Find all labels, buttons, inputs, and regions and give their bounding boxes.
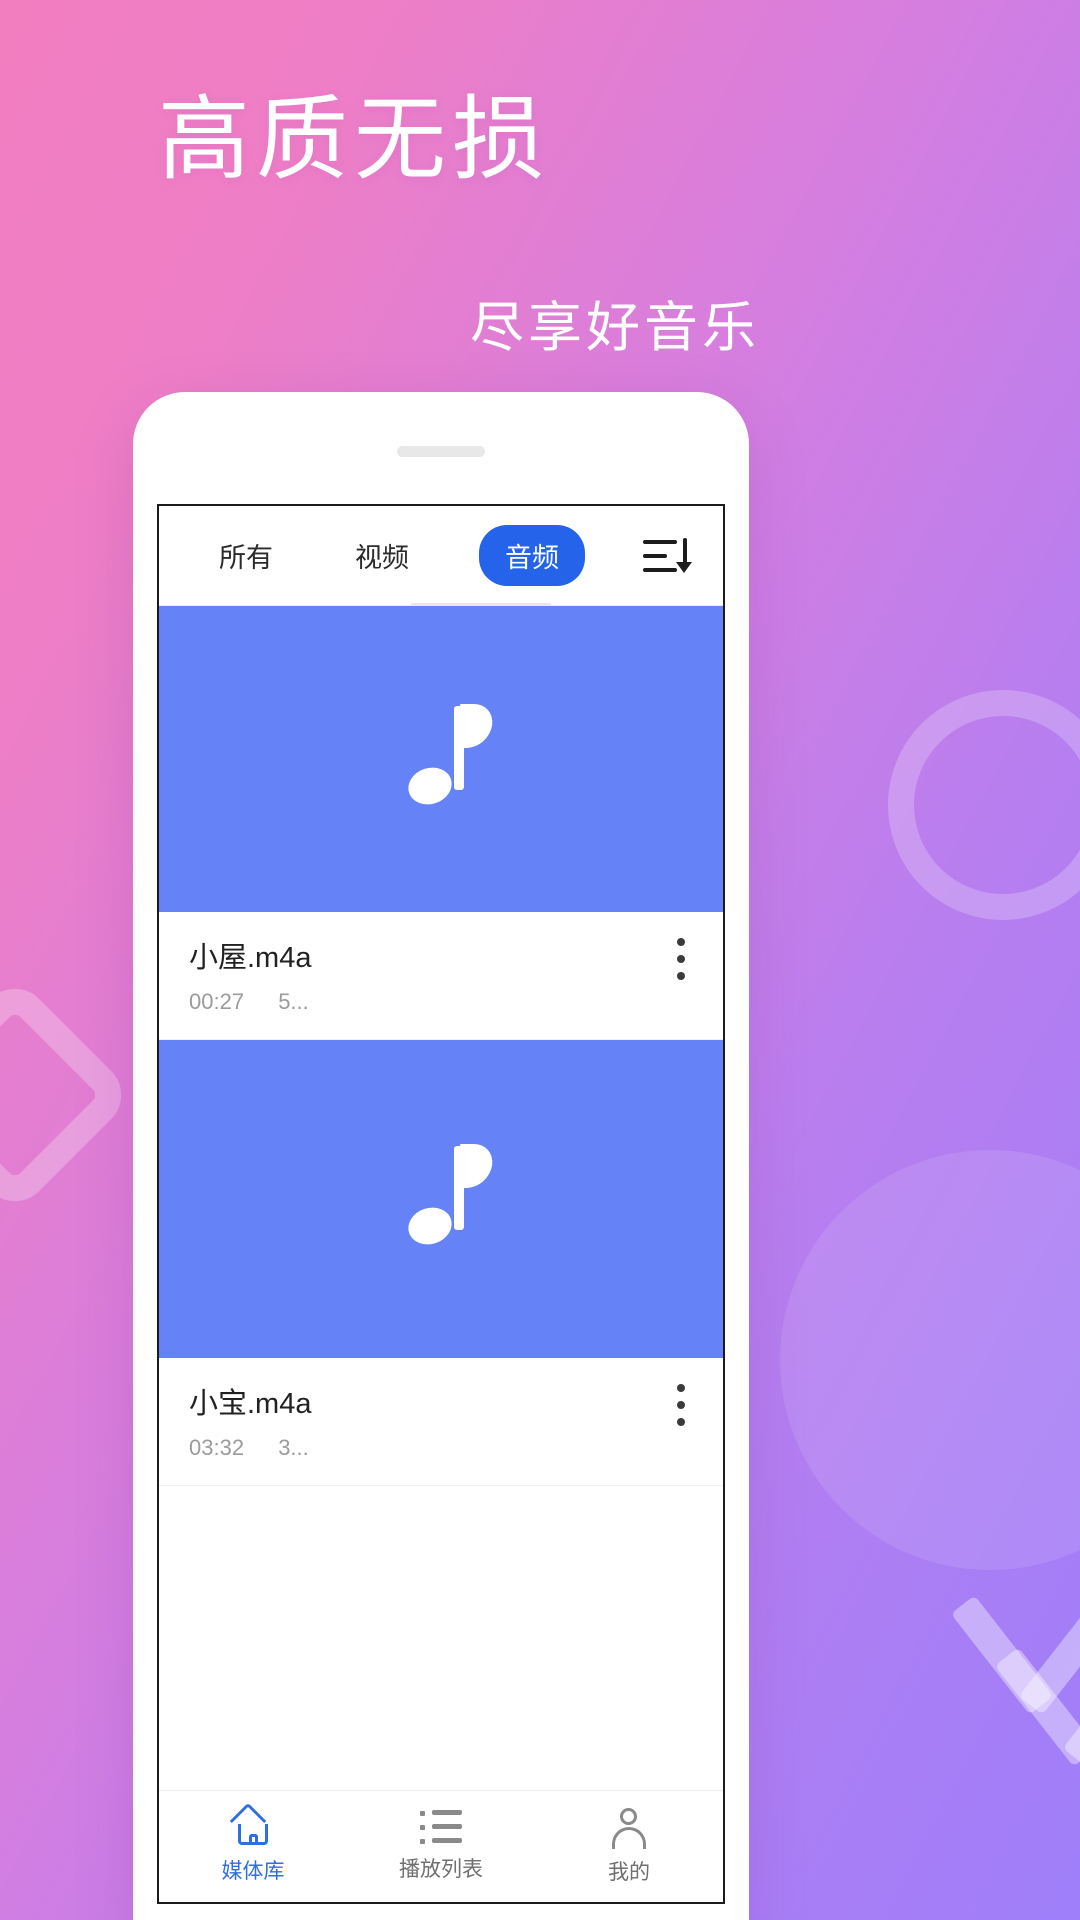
list-item[interactable]: 小宝.m4a 03:32 3... <box>159 1040 723 1486</box>
tab-audio[interactable]: 音频 <box>479 525 585 586</box>
decorative-diamond <box>0 974 136 1216</box>
media-thumbnail[interactable] <box>159 1040 723 1358</box>
user-icon <box>609 1807 649 1849</box>
media-list: 小屋.m4a 00:27 5... 小宝.m4a 03:32 3... <box>159 606 723 1486</box>
nav-label-profile: 我的 <box>608 1861 650 1884</box>
list-item[interactable]: 小屋.m4a 00:27 5... <box>159 606 723 1040</box>
app-screen: 所有 视频 音频 小屋.m4a 00:27 5... 小宝.m4a 03:32 … <box>157 504 725 1904</box>
music-note-icon <box>403 1144 495 1252</box>
media-size: 3... <box>278 1435 309 1460</box>
media-thumbnail[interactable] <box>159 606 723 912</box>
media-meta: 小宝.m4a 03:32 3... <box>159 1358 723 1486</box>
media-subinfo: 00:27 5... <box>189 989 693 1015</box>
kebab-menu-icon[interactable] <box>677 1384 685 1435</box>
nav-item-playlist[interactable]: 播放列表 <box>347 1791 535 1902</box>
decorative-chevron <box>948 1595 1080 1767</box>
nav-item-profile[interactable]: 我的 <box>535 1791 723 1902</box>
promo-headline: 高质无损 <box>158 89 551 191</box>
phone-mockup: 所有 视频 音频 小屋.m4a 00:27 5... 小宝.m4a 03:32 … <box>133 392 749 1920</box>
music-note-icon <box>403 704 495 812</box>
list-icon <box>420 1810 462 1844</box>
media-duration: 03:32 <box>189 1435 245 1460</box>
media-duration: 00:27 <box>189 989 245 1014</box>
decorative-circle <box>888 690 1080 920</box>
media-filename: 小屋.m4a <box>189 942 312 974</box>
nav-item-library[interactable]: 媒体库 <box>159 1791 347 1902</box>
nav-label-library: 媒体库 <box>221 1860 285 1883</box>
promo-screenshot: 高质无损 尽享好音乐 所有 视频 音频 小屋.m4a 00:27 5... 小宝… <box>0 0 1080 1920</box>
kebab-menu-icon[interactable] <box>677 938 685 989</box>
media-meta: 小屋.m4a 00:27 5... <box>159 912 723 1040</box>
tab-video[interactable]: 视频 <box>355 527 409 584</box>
home-icon <box>229 1802 273 1846</box>
media-filename: 小宝.m4a <box>189 1388 312 1420</box>
decorative-blob <box>780 1150 1080 1570</box>
tab-all[interactable]: 所有 <box>219 527 273 584</box>
phone-speaker <box>397 446 485 457</box>
bottom-navigation: 媒体库 播放列表 我的 <box>159 1790 723 1902</box>
media-subinfo: 03:32 3... <box>189 1435 693 1461</box>
media-size: 5... <box>278 989 309 1014</box>
promo-subheadline: 尽享好音乐 <box>470 298 760 358</box>
nav-label-playlist: 播放列表 <box>399 1858 483 1881</box>
media-type-tabbar: 所有 视频 音频 <box>159 506 723 606</box>
sort-descending-icon[interactable] <box>643 536 692 578</box>
